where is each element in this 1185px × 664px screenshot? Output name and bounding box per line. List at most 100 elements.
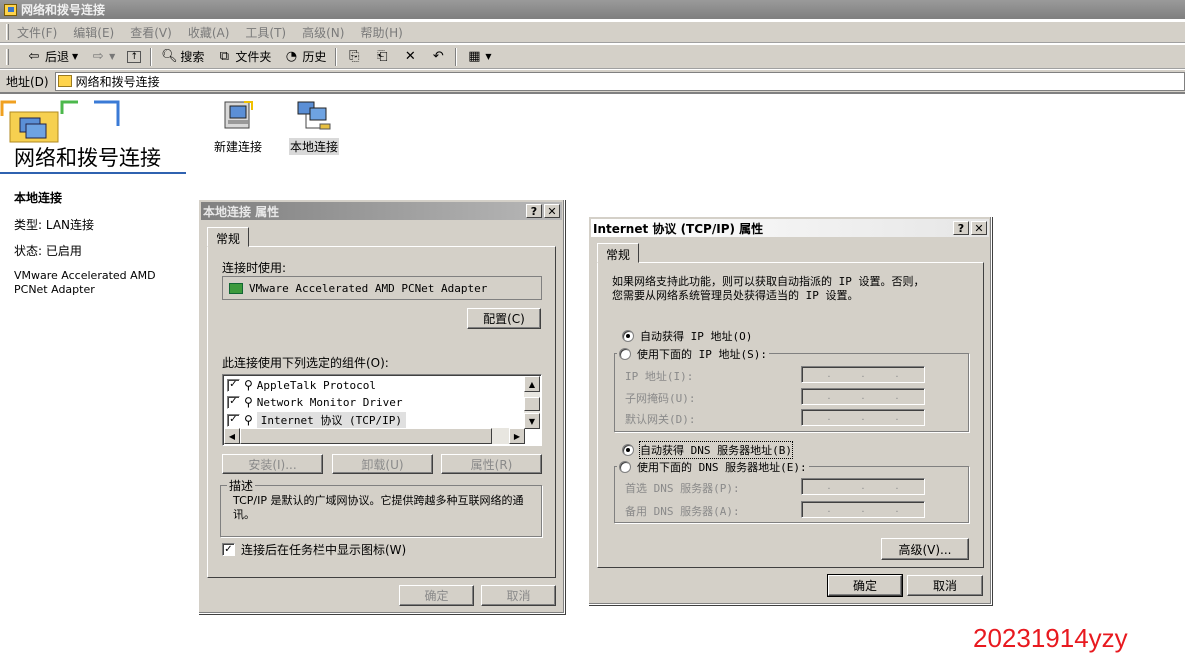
component-checkbox[interactable]: ✓	[227, 413, 240, 427]
preferred-dns-field[interactable]: ...	[801, 478, 925, 495]
subnet-mask-field[interactable]: ...	[801, 388, 925, 405]
search-button[interactable]: 🔍︎ 搜索	[158, 47, 207, 67]
close-button[interactable]: ✕	[971, 221, 987, 235]
scroll-left-icon[interactable]: ◀	[224, 428, 240, 444]
gateway-field[interactable]: ...	[801, 409, 925, 426]
toolbar-separator	[455, 47, 458, 66]
manual-dns-radio[interactable]	[619, 461, 631, 473]
views-button[interactable]: ▦ ▼	[463, 47, 494, 67]
ok-button[interactable]: 确定	[399, 585, 474, 606]
properties-button[interactable]: 属性(R)	[441, 454, 542, 474]
window-titlebar: 网络和拨号连接	[0, 0, 1185, 19]
folders-label: 文件夹	[235, 50, 272, 64]
address-value: 网络和拨号连接	[75, 74, 160, 89]
menu-help[interactable]: 帮助(H)	[360, 24, 402, 41]
copy-to-icon: ⎗	[377, 49, 388, 64]
menu-advanced[interactable]: 高级(N)	[302, 24, 344, 41]
help-button[interactable]: ?	[953, 221, 969, 235]
up-button[interactable]: ↑	[124, 47, 144, 67]
help-button[interactable]: ?	[526, 204, 542, 218]
uninstall-button[interactable]: 卸载(U)	[332, 454, 433, 474]
description-group: 描述 TCP/IP 是默认的广域网协议。它提供跨越多种互联网络的通讯。	[220, 477, 542, 537]
search-label: 搜索	[180, 50, 205, 64]
menubar-grip	[6, 24, 9, 40]
back-dropdown-icon[interactable]: ▼	[72, 52, 78, 61]
address-input[interactable]: 网络和拨号连接	[54, 71, 1185, 91]
address-bar: 地址(D) 网络和拨号连接	[0, 70, 1185, 94]
selected-item-name: 本地连接	[14, 191, 63, 205]
forward-button[interactable]: ⇨ ▼	[87, 47, 118, 67]
manual-ip-group: 使用下面的 IP 地址(S): IP 地址(I): ... 子网掩码(U): .…	[614, 346, 969, 432]
copy-to-button[interactable]: ⎗	[371, 47, 393, 67]
back-label: 后退	[45, 50, 70, 64]
menu-favorites[interactable]: 收藏(A)	[188, 24, 230, 41]
show-icon-checkbox[interactable]: ✓	[222, 543, 235, 556]
menu-tools[interactable]: 工具(T)	[245, 24, 286, 41]
close-button[interactable]: ✕	[544, 204, 560, 218]
connect-using-label: 连接时使用:	[222, 261, 287, 275]
undo-icon: ↶	[432, 49, 444, 64]
manual-ip-radio[interactable]	[619, 348, 631, 360]
scroll-down-icon[interactable]: ▼	[524, 413, 540, 429]
list-item[interactable]: ✓ ⚲ Network Monitor Driver	[227, 395, 403, 409]
horizontal-scrollbar[interactable]: ◀ ▶	[224, 428, 525, 444]
views-grid-icon: ▦	[468, 49, 481, 64]
component-checkbox[interactable]: ✓	[227, 378, 240, 392]
menu-file[interactable]: 文件(F)	[17, 24, 57, 41]
delete-button[interactable]: ✕	[399, 47, 421, 67]
list-item-selected[interactable]: ✓ ⚲ Internet 协议 (TCP/IP)	[227, 412, 407, 428]
components-label: 此连接使用下列选定的组件(O):	[222, 356, 389, 370]
description-text: TCP/IP 是默认的广域网协议。它提供跨越多种互联网络的通讯。	[233, 494, 524, 521]
search-icon: 🔍︎	[161, 49, 178, 64]
move-to-button[interactable]: ⎘	[343, 47, 365, 67]
cancel-button[interactable]: 取消	[907, 575, 983, 596]
auto-ip-radio[interactable]	[622, 330, 634, 342]
show-icon-option[interactable]: ✓ 连接后在任务栏中显示图标(W)	[222, 541, 406, 558]
back-button[interactable]: ⇦ 后退 ▼	[23, 47, 81, 67]
alternate-dns-field[interactable]: ...	[801, 501, 925, 518]
tab-general[interactable]: 常规	[207, 227, 250, 247]
tab-general[interactable]: 常规	[597, 243, 640, 263]
vertical-scrollbar[interactable]: ▲ ▼	[524, 376, 540, 429]
hscroll-thumb[interactable]	[240, 428, 492, 444]
auto-dns-radio[interactable]	[622, 444, 634, 456]
tcpip-tabpanel: 如果网络支持此功能，则可以获取自动指派的 IP 设置。否则， 您需要从网络系统管…	[597, 262, 984, 568]
toolbar-separator	[150, 47, 153, 66]
local-connection-icon-item[interactable]: 本地连接	[284, 100, 344, 155]
tcpip-title: Internet 协议 (TCP/IP) 属性	[593, 221, 764, 236]
advanced-button[interactable]: 高级(V)...	[881, 538, 969, 560]
auto-dns-option[interactable]: 自动获得 DNS 服务器地址(B)	[622, 441, 793, 459]
network-banner-icon	[0, 100, 120, 143]
new-connection-icon-item[interactable]: 新建连接	[208, 100, 268, 155]
menu-view[interactable]: 查看(V)	[130, 24, 172, 41]
intro-line-2: 您需要从网络系统管理员处获得适当的 IP 设置。	[612, 289, 859, 302]
list-item[interactable]: ✓ ⚲ AppleTalk Protocol	[227, 378, 376, 392]
scroll-right-icon[interactable]: ▶	[509, 428, 525, 444]
menu-bar: 文件(F) 编辑(E) 查看(V) 收藏(A) 工具(T) 高级(N) 帮助(H…	[0, 22, 1185, 43]
configure-button[interactable]: 配置(C)	[467, 308, 541, 329]
toolbar-separator	[335, 47, 338, 66]
scroll-thumb[interactable]	[524, 397, 540, 411]
history-button[interactable]: ◔ 历史	[280, 47, 329, 67]
up-folder-icon: ↑	[127, 50, 142, 63]
install-button[interactable]: 安装(I)...	[222, 454, 323, 474]
menu-edit[interactable]: 编辑(E)	[73, 24, 114, 41]
manual-dns-option[interactable]: 使用下面的 DNS 服务器地址(E):	[617, 459, 809, 475]
ok-button[interactable]: 确定	[827, 574, 903, 597]
folders-icon: ⧉	[219, 49, 229, 64]
folders-button[interactable]: ⧉ 文件夹	[213, 47, 274, 67]
cancel-button[interactable]: 取消	[481, 585, 556, 606]
description-legend: 描述	[227, 477, 256, 494]
ip-address-field[interactable]: ...	[801, 366, 925, 383]
undo-button[interactable]: ↶	[427, 47, 449, 67]
manual-ip-option[interactable]: 使用下面的 IP 地址(S):	[617, 346, 769, 362]
connection-status: 状态: 已启用	[14, 244, 82, 258]
forward-dropdown-icon[interactable]: ▼	[109, 52, 115, 61]
preferred-dns-label: 首选 DNS 服务器(P):	[625, 482, 740, 495]
manual-dns-label: 使用下面的 DNS 服务器地址(E):	[637, 461, 807, 474]
component-checkbox[interactable]: ✓	[227, 395, 240, 409]
auto-ip-option[interactable]: 自动获得 IP 地址(O)	[622, 328, 752, 344]
component-label: AppleTalk Protocol	[256, 378, 377, 392]
scroll-up-icon[interactable]: ▲	[524, 376, 540, 392]
local-props-title: 本地连接 属性	[203, 204, 280, 219]
